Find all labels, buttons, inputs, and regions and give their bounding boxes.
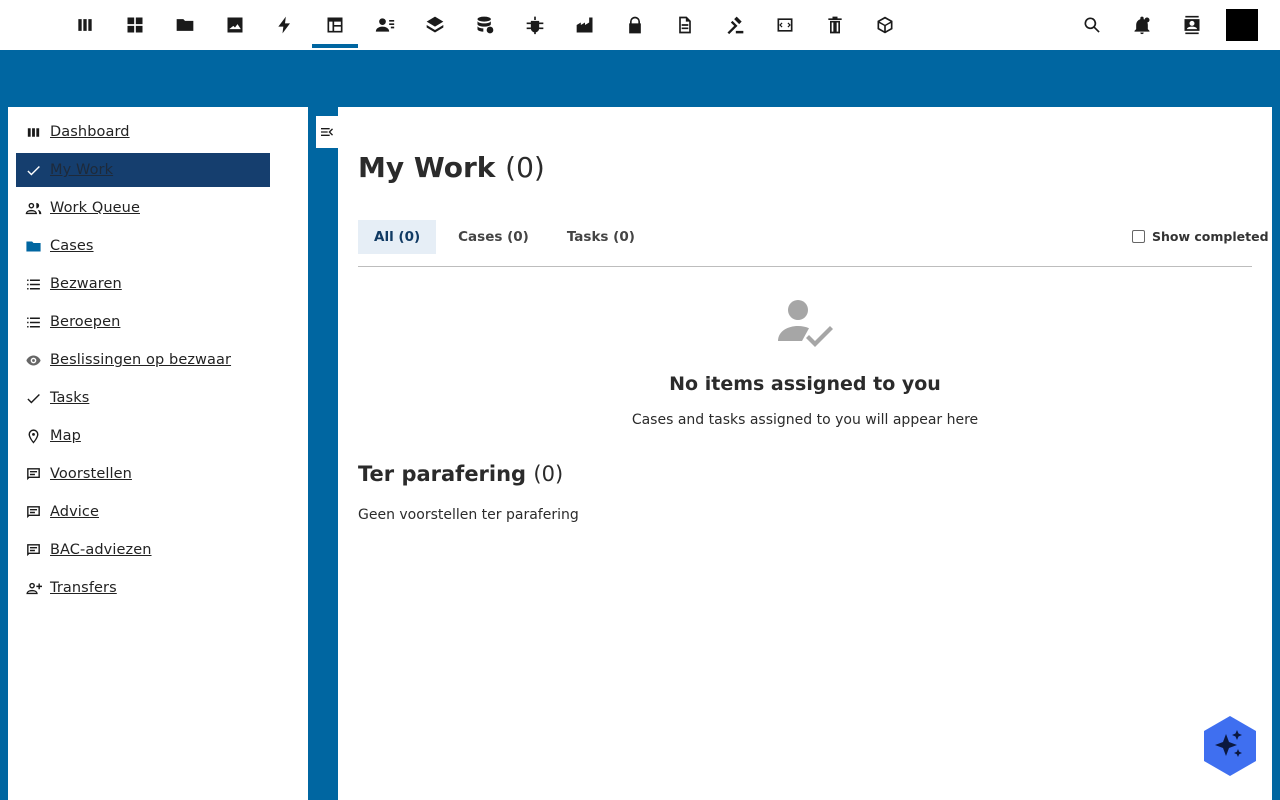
sidebar-item-bac-adviezen[interactable]: BAC-adviezen	[16, 533, 270, 567]
document-icon[interactable]	[662, 0, 708, 50]
check-icon	[16, 162, 50, 179]
sidebar-item-label: BAC-adviezen	[50, 542, 152, 558]
sidebar-item-label: Beroepen	[50, 314, 121, 330]
folder-icon[interactable]	[162, 0, 208, 50]
sidebar-item-advice[interactable]: Advice	[16, 495, 270, 529]
table-view-icon[interactable]	[312, 0, 358, 50]
list-icon	[16, 314, 50, 331]
show-completed-toggle[interactable]: Show completed	[1132, 229, 1269, 244]
contacts-icon[interactable]	[1172, 0, 1212, 50]
sidebar-item-voorstellen[interactable]: Voorstellen	[16, 457, 270, 491]
person-add-icon	[16, 580, 50, 597]
factory-chart-icon[interactable]	[562, 0, 608, 50]
sidebar-item-label: Tasks	[50, 390, 90, 406]
sidebar-item-label: Dashboard	[50, 124, 130, 140]
page-title-text: My Work	[358, 151, 496, 184]
view-column-icon	[16, 124, 50, 141]
eye-icon	[16, 352, 50, 369]
tabs-divider	[358, 266, 1252, 267]
sidebar-item-beroepen[interactable]: Beroepen	[16, 305, 270, 339]
sidebar-item-work-queue[interactable]: Work Queue	[16, 191, 270, 225]
sidebar-item-label: Beslissingen op bezwaar	[50, 352, 232, 368]
code-icon[interactable]	[762, 0, 808, 50]
section-title-text: Ter parafering	[358, 462, 527, 486]
sidebar-item-label: Map	[50, 428, 81, 444]
gavel-icon[interactable]	[712, 0, 758, 50]
menu-collapse-icon	[321, 128, 333, 136]
sidebar-item-label: Transfers	[50, 580, 117, 596]
sidebar-item-label: Advice	[50, 504, 99, 520]
page-title: My Work (0)	[358, 151, 545, 184]
database-settings-icon[interactable]	[462, 0, 508, 50]
list-icon	[16, 276, 50, 293]
notifications-icon[interactable]	[1122, 0, 1162, 50]
empty-state-subtitle: Cases and tasks assigned to you will app…	[631, 412, 979, 428]
sidebar-item-label: Voorstellen	[50, 466, 132, 482]
section-title: Ter parafering (0)	[358, 462, 563, 486]
trash-icon[interactable]	[812, 0, 858, 50]
tab-cases[interactable]: Cases (0)	[442, 220, 545, 254]
tab-all[interactable]: All (0)	[358, 220, 437, 254]
people-icon	[16, 200, 50, 217]
sidebar-item-transfers[interactable]: Transfers	[16, 571, 270, 605]
view-column-icon[interactable]	[62, 0, 108, 50]
check-icon	[16, 390, 50, 407]
comment-icon	[16, 466, 50, 483]
main-content: My Work (0) All (0) Cases (0) Tasks (0) …	[338, 107, 1272, 800]
cube-icon[interactable]	[862, 0, 908, 50]
layers-icon[interactable]	[412, 0, 458, 50]
page-title-count: (0)	[505, 151, 545, 184]
sidebar-item-label: Bezwaren	[50, 276, 122, 292]
sidebar-item-my-work[interactable]: My Work	[16, 153, 270, 187]
location-pin-icon	[16, 428, 50, 445]
sidebar-item-bezwaren[interactable]: Bezwaren	[16, 267, 270, 301]
bolt-icon[interactable]	[262, 0, 308, 50]
collapse-sidebar-button[interactable]	[316, 116, 338, 148]
person-check-icon	[778, 299, 834, 347]
folder-icon	[16, 238, 50, 255]
ai-assistant-button[interactable]	[1204, 716, 1256, 776]
comment-icon	[16, 504, 50, 521]
lock-icon[interactable]	[612, 0, 658, 50]
image-icon[interactable]	[212, 0, 258, 50]
tab-bar: All (0) Cases (0) Tasks (0)	[358, 220, 657, 254]
sidebar: Dashboard My Work Work Queue Cases Bezwa…	[8, 107, 308, 800]
sidebar-item-tasks[interactable]: Tasks	[16, 381, 270, 415]
sidebar-item-beslissingen-op-bezwaar[interactable]: Beslissingen op bezwaar	[16, 343, 270, 377]
tab-tasks[interactable]: Tasks (0)	[551, 220, 651, 254]
top-navigation-bar	[0, 0, 1280, 50]
show-completed-label: Show completed	[1152, 229, 1269, 244]
sidebar-item-label: Work Queue	[50, 200, 140, 216]
show-completed-checkbox[interactable]	[1132, 230, 1145, 243]
dashboard-grid-icon[interactable]	[112, 0, 158, 50]
sidebar-item-cases[interactable]: Cases	[16, 229, 270, 263]
search-icon[interactable]	[1072, 0, 1112, 50]
sidebar-item-label: Cases	[50, 238, 94, 254]
sidebar-item-dashboard[interactable]: Dashboard	[16, 115, 270, 149]
section-title-count: (0)	[533, 462, 564, 486]
sidebar-item-label: My Work	[50, 162, 114, 178]
section-empty-text: Geen voorstellen ter parafering	[358, 507, 579, 523]
empty-state-title: No items assigned to you	[669, 373, 941, 395]
avatar[interactable]	[1226, 9, 1258, 41]
bug-icon[interactable]	[512, 0, 558, 50]
sidebar-item-map[interactable]: Map	[16, 419, 270, 453]
comment-icon	[16, 542, 50, 559]
person-list-icon[interactable]	[362, 0, 408, 50]
